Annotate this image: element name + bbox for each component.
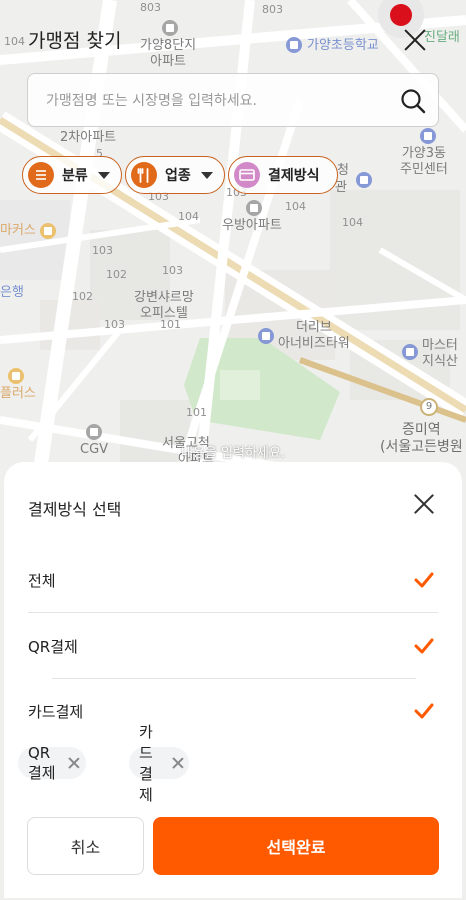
option-all[interactable]: 전체 [28,560,438,600]
page-title: 가맹점 찾기 [28,30,122,52]
divider [52,678,416,679]
sheet-title: 결제방식 선택 [28,500,122,519]
filter-label: 분류 [62,168,88,184]
divider [28,612,438,613]
option-card[interactable]: 카드결제 [28,691,438,731]
card-icon [234,162,260,188]
remove-icon[interactable] [68,757,75,769]
list-icon [28,162,54,188]
search-box[interactable] [27,73,439,127]
filter-payment-method[interactable]: 결제방식 [228,156,338,194]
utensils-icon [131,162,157,188]
tag-label: 카드결제 [139,723,153,804]
search-icon[interactable] [400,88,426,114]
close-icon[interactable] [413,493,435,515]
option-label: 카드결제 [28,703,84,721]
tag-qr: QR결제 [18,744,87,782]
search-input[interactable] [46,89,386,113]
filter-business-type[interactable]: 업종 [125,156,225,194]
payment-method-sheet: 결제방식 선택 전체 QR결제 카드결제 QR결제 카드결제 취소 선택완료 [4,462,462,898]
filter-category[interactable]: 분류 [22,156,122,194]
filter-label: 업종 [165,168,191,184]
chevron-down-icon [97,171,110,179]
toast-message: 내용을 입력하세요. [181,446,285,461]
check-icon [414,572,434,588]
close-icon[interactable] [402,27,428,53]
remove-icon[interactable] [172,757,177,769]
option-label: QR결제 [28,638,78,656]
cancel-button[interactable]: 취소 [27,817,144,875]
filter-label: 결제방식 [268,168,320,184]
check-icon [414,703,434,719]
option-label: 전체 [28,572,56,590]
tag-label: QR결제 [28,743,56,782]
confirm-button[interactable]: 선택완료 [153,817,439,875]
option-qr[interactable]: QR결제 [28,626,438,666]
tag-card: 카드결제 [129,723,189,804]
check-icon [414,638,434,654]
chevron-down-icon [200,171,213,179]
